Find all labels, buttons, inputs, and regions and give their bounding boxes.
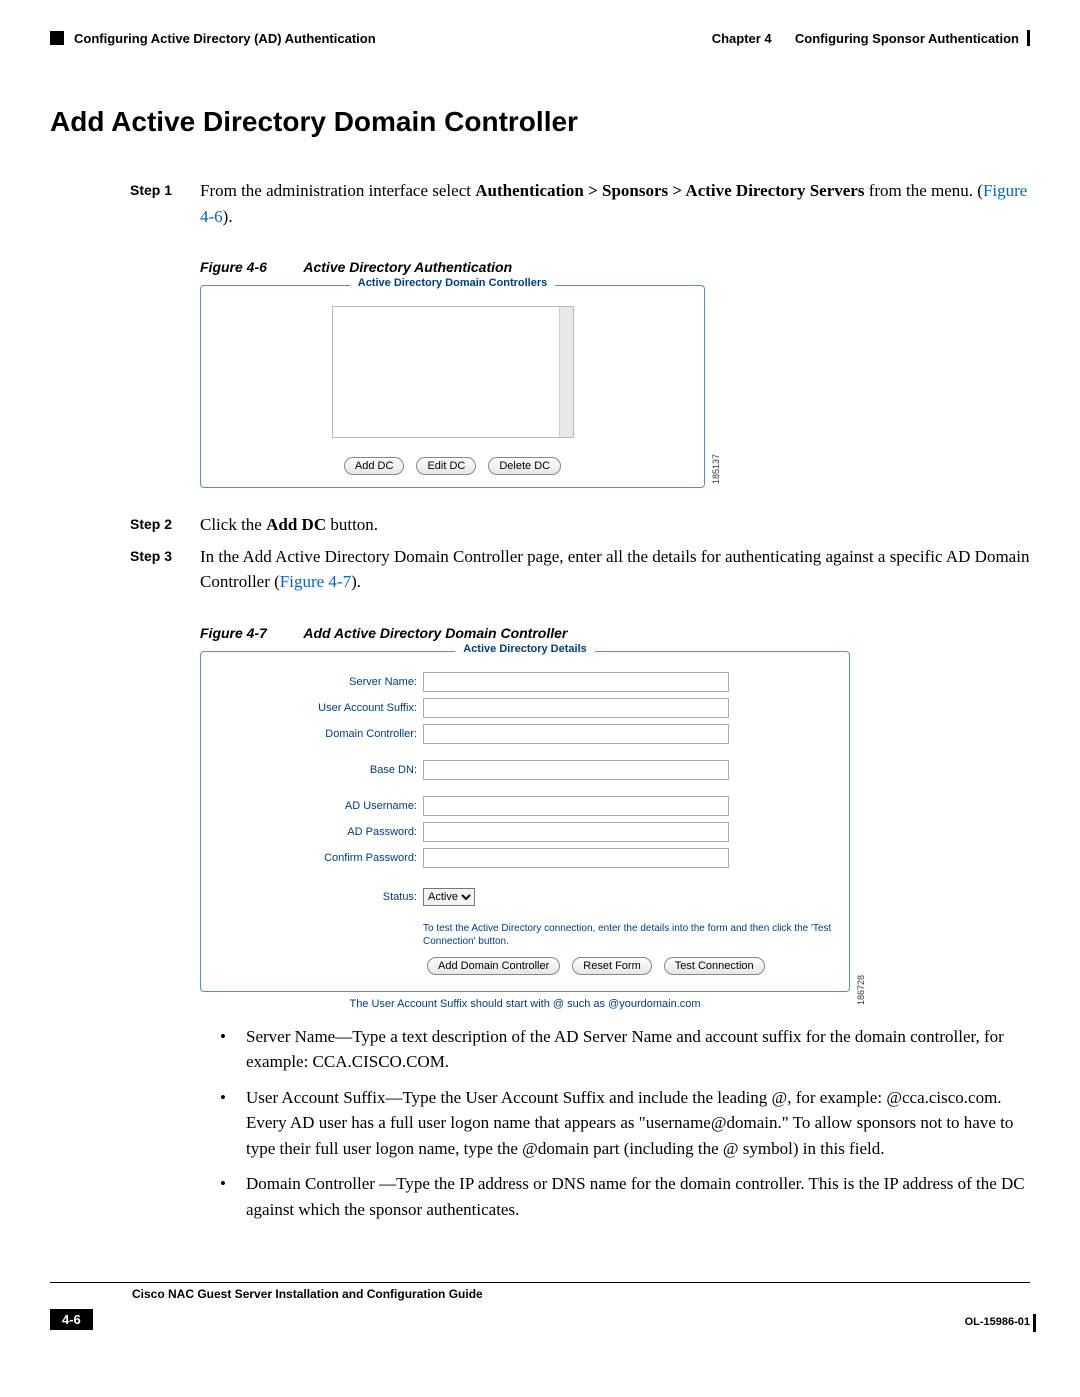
header-right-text: Configuring Sponsor Authentication <box>795 31 1019 46</box>
step-3-label: Step 3 <box>130 544 200 595</box>
page-title: Add Active Directory Domain Controller <box>50 106 1030 138</box>
label-base-dn: Base DN: <box>217 764 423 776</box>
input-confirm-password[interactable] <box>423 848 729 868</box>
input-user-suffix[interactable] <box>423 698 729 718</box>
add-dc-button[interactable]: Add DC <box>344 457 405 475</box>
label-ad-username: AD Username: <box>217 800 423 812</box>
reset-form-button[interactable]: Reset Form <box>572 957 651 975</box>
bullet-user-suffix: User Account Suffix—Type the User Accoun… <box>220 1085 1030 1162</box>
figure-4-7-title: Add Active Directory Domain Controller <box>303 625 567 641</box>
input-ad-password[interactable] <box>423 822 729 842</box>
figure-4-7-num: Figure 4-7 <box>200 625 300 641</box>
input-server-name[interactable] <box>423 672 729 692</box>
step-1-text-pre: From the administration interface select <box>200 181 475 200</box>
label-user-suffix: User Account Suffix: <box>217 702 423 714</box>
label-ad-password: AD Password: <box>217 826 423 838</box>
test-connection-button[interactable]: Test Connection <box>664 957 765 975</box>
listbox-scrollbar[interactable] <box>559 307 573 437</box>
dc-listbox[interactable] <box>332 306 574 438</box>
add-domain-controller-button[interactable]: Add Domain Controller <box>427 957 560 975</box>
step-3: Step 3 In the Add Active Directory Domai… <box>130 544 1030 595</box>
input-ad-username[interactable] <box>423 796 729 816</box>
step-1-text-end: ). <box>223 207 233 226</box>
step-2-label: Step 2 <box>130 512 200 538</box>
figure-4-6-caption: Figure 4-6 Active Directory Authenticati… <box>200 259 1030 275</box>
running-header: Configuring Active Directory (AD) Authen… <box>50 30 1030 46</box>
footer-page-number: 4-6 <box>50 1309 93 1330</box>
figure-4-6-num: Figure 4-6 <box>200 259 300 275</box>
header-left-text: Configuring Active Directory (AD) Authen… <box>74 31 376 46</box>
label-domain-controller: Domain Controller: <box>217 728 423 740</box>
edit-dc-button[interactable]: Edit DC <box>416 457 476 475</box>
fig47-side-number: 186728 <box>856 975 866 1005</box>
select-status[interactable]: Active <box>423 888 475 906</box>
step-3-text-post: ). <box>351 572 361 591</box>
footer-bar-icon <box>1033 1314 1036 1332</box>
delete-dc-button[interactable]: Delete DC <box>488 457 561 475</box>
fig47-legend: Active Directory Details <box>455 643 595 655</box>
step-3-link[interactable]: Figure 4-7 <box>280 572 351 591</box>
header-square-icon <box>50 31 64 45</box>
header-bar-icon <box>1027 30 1030 46</box>
step-1-text-post: from the menu. ( <box>864 181 983 200</box>
figure-4-6: Active Directory Domain Controllers Add … <box>200 285 705 488</box>
header-chapter: Chapter 4 <box>712 31 772 46</box>
fig47-footnote: The User Account Suffix should start wit… <box>200 998 850 1010</box>
input-domain-controller[interactable] <box>423 724 729 744</box>
footer-guide-title: Cisco NAC Guest Server Installation and … <box>132 1287 1030 1301</box>
step-2-text-pre: Click the <box>200 515 266 534</box>
figure-4-7: Active Directory Details Server Name: Us… <box>200 651 850 1010</box>
fig46-legend: Active Directory Domain Controllers <box>350 277 556 289</box>
step-1-label: Step 1 <box>130 178 200 229</box>
page-footer: Cisco NAC Guest Server Installation and … <box>50 1282 1030 1330</box>
bullet-domain-controller: Domain Controller —Type the IP address o… <box>220 1171 1030 1222</box>
fig47-helper-text: To test the Active Directory connection,… <box>423 922 833 948</box>
label-status: Status: <box>217 891 423 903</box>
step-2: Step 2 Click the Add DC button. <box>130 512 1030 538</box>
bullet-list: Server Name—Type a text description of t… <box>220 1024 1030 1223</box>
figure-4-6-title: Active Directory Authentication <box>303 259 512 275</box>
bullet-server-name: Server Name—Type a text description of t… <box>220 1024 1030 1075</box>
footer-doc-number: OL-15986-01 <box>965 1316 1030 1328</box>
step-2-bold: Add DC <box>266 515 326 534</box>
label-confirm-password: Confirm Password: <box>217 852 423 864</box>
label-server-name: Server Name: <box>217 676 423 688</box>
step-1: Step 1 From the administration interface… <box>130 178 1030 229</box>
step-2-text-post: button. <box>326 515 378 534</box>
input-base-dn[interactable] <box>423 760 729 780</box>
step-1-bold: Authentication > Sponsors > Active Direc… <box>475 181 864 200</box>
figure-4-7-caption: Figure 4-7 Add Active Directory Domain C… <box>200 625 1030 641</box>
fig46-side-number: 185137 <box>711 454 721 484</box>
